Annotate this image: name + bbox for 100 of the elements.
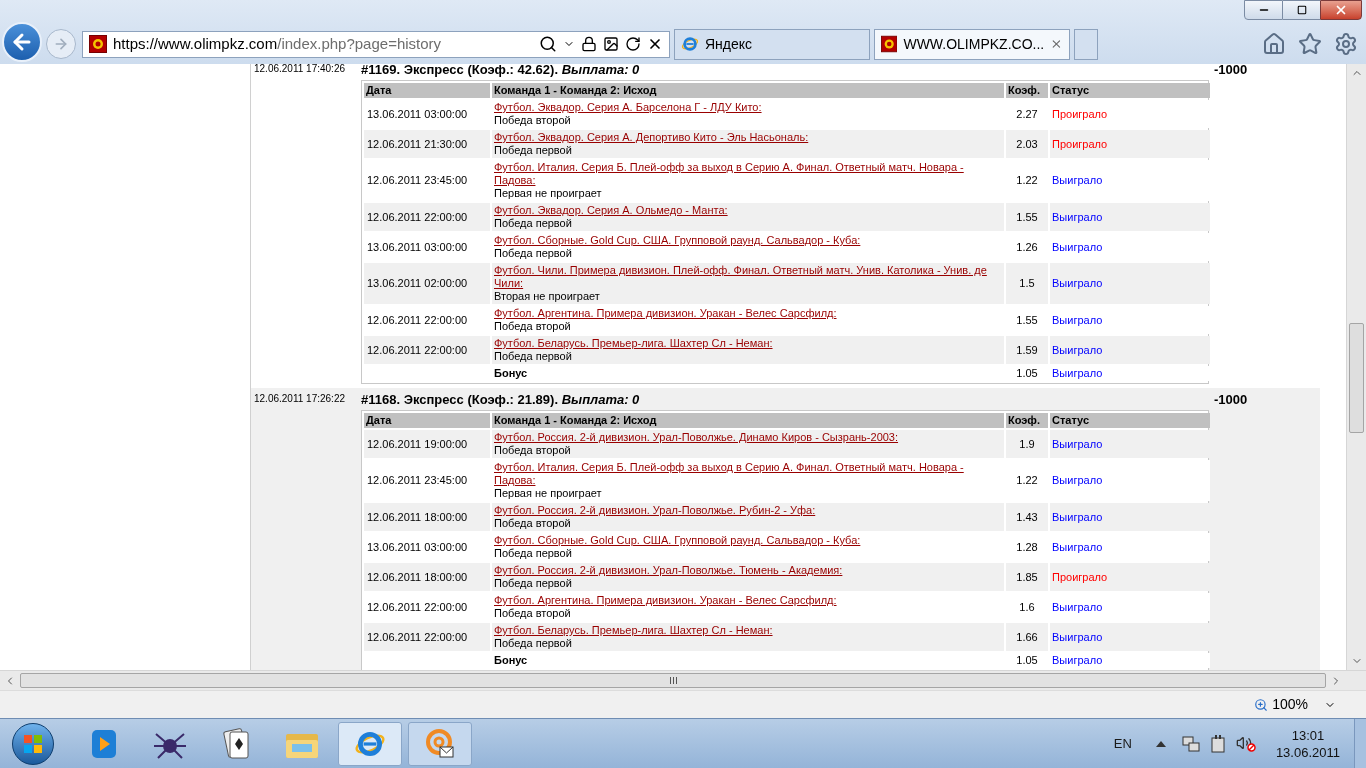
- status-cell: Выиграло: [1050, 263, 1210, 304]
- zoom-icon: [1254, 697, 1269, 712]
- column-header: Дата: [364, 83, 490, 98]
- status-cell: Выиграло: [1050, 336, 1210, 364]
- match-link[interactable]: Футбол. Эквадор. Серия А. Ольмедо - Манта:: [494, 204, 1002, 217]
- mail-at-icon: [424, 727, 456, 760]
- maximize-icon: [1296, 5, 1307, 15]
- match-link[interactable]: Футбол. Италия. Серия Б. Плей-офф за выход в Серию А. Финал. Ответный матч. Новара - Падова:: [494, 161, 1002, 187]
- column-header: Коэф.: [1006, 83, 1048, 98]
- maximize-button[interactable]: [1283, 0, 1320, 20]
- outcome-text: Победа первой: [494, 547, 573, 560]
- outcome-text: Победа первой: [494, 247, 573, 260]
- status-cell: Проиграло: [1050, 100, 1210, 128]
- column-header: Статус: [1050, 413, 1210, 428]
- start-button[interactable]: [12, 722, 54, 765]
- status-cell: Выиграло: [1050, 430, 1210, 458]
- column-header: Дата: [364, 413, 490, 428]
- vertical-scrollbar[interactable]: [1346, 64, 1366, 670]
- status-cell: Выиграло: [1050, 366, 1210, 381]
- mail-agent-taskbar-button[interactable]: [408, 721, 472, 766]
- date-cell: 12.06.2011 18:00:00: [364, 503, 490, 531]
- close-button[interactable]: [1320, 0, 1362, 20]
- coef-cell: 1.85: [1006, 563, 1048, 591]
- bet-title: #1169. Экспресс (Коэф.: 42.62). Выплата: 0: [361, 64, 641, 78]
- home-icon[interactable]: [1262, 32, 1286, 56]
- language-indicator[interactable]: EN: [1113, 733, 1132, 754]
- site-logo-icon: [881, 35, 898, 53]
- stop-icon[interactable]: [647, 36, 663, 52]
- arrow-right-icon: [53, 36, 69, 52]
- match-link[interactable]: Футбол. Сборные. Gold Cup. США. Групповой раунд. Сальвадор - Куба:: [494, 534, 1002, 547]
- browser-tab[interactable]: Яндекс: [674, 28, 870, 60]
- scrollbar-thumb[interactable]: [1349, 323, 1364, 433]
- site-logo-icon: [89, 35, 107, 53]
- outcome-text: Победа первой: [494, 217, 573, 230]
- match-link[interactable]: Футбол. Эквадор. Серия А. Барселона Г - ЛДУ Кито:: [494, 101, 1002, 114]
- bet-placed-time: 12.06.2011 17:40:26: [253, 64, 346, 76]
- outcome-text: Победа второй: [494, 517, 572, 530]
- date-cell: 12.06.2011 21:30:00: [364, 130, 490, 158]
- browser-taskbar-button[interactable]: [338, 721, 402, 766]
- close-tab-icon[interactable]: [1050, 37, 1063, 51]
- date-cell: 12.06.2011 22:00:00: [364, 336, 490, 364]
- back-button[interactable]: [2, 22, 42, 62]
- match-link[interactable]: Футбол. Аргентина. Примера дивизион. Уракан - Велес Сарсфилд:: [494, 594, 1002, 607]
- outcome-text: Победа первой: [494, 144, 573, 157]
- browser-e-icon: [681, 35, 699, 53]
- compatibility-icon[interactable]: [603, 36, 619, 52]
- clock[interactable]: 13:01 13.06.2011: [1275, 726, 1340, 761]
- coef-cell: 1.43: [1006, 503, 1048, 531]
- match-link[interactable]: Футбол. Беларусь. Премьер-лига. Шахтер Сл - Неман:: [494, 337, 1002, 350]
- outcome-text: Первая не проиграет: [494, 487, 603, 500]
- match-link[interactable]: Футбол. Россия. 2-й дивизион. Урал-Поволжье. Рубин-2 - Уфа:: [494, 504, 1002, 517]
- match-link[interactable]: Футбол. Чили. Примера дивизион. Плей-офф. Финал. Ответный матч. Унив. Католика - Унив. де Чили:: [494, 264, 1002, 290]
- battery-plug-icon[interactable]: [1209, 734, 1226, 753]
- match-link[interactable]: Футбол. Италия. Серия Б. Плей-офф за выход в Серию А. Финал. Ответный матч. Новара - Падова:: [494, 461, 1002, 487]
- coef-cell: 1.5: [1006, 263, 1048, 304]
- search-icon[interactable]: [539, 35, 557, 53]
- outcome-text: Победа второй: [494, 320, 572, 333]
- zoom-level[interactable]: 100%: [1272, 694, 1308, 715]
- status-cell: Выиграло: [1050, 533, 1210, 561]
- bet-placed-time: 12.06.2011 17:26:22: [253, 392, 346, 406]
- status-cell: Выиграло: [1050, 503, 1210, 531]
- outcome-text: Первая не проиграет: [494, 187, 603, 200]
- lock-icon[interactable]: [581, 36, 597, 52]
- date-cell: 13.06.2011 02:00:00: [364, 263, 490, 304]
- coef-cell: 1.55: [1006, 203, 1048, 231]
- column-header: Команда 1 - Команда 2: Исход: [492, 413, 1004, 428]
- outcome-text: Победа второй: [494, 607, 572, 620]
- outcome-text: Победа первой: [494, 637, 573, 650]
- outcome-text: Победа первой: [494, 350, 573, 363]
- settings-icon[interactable]: [1334, 32, 1358, 56]
- status-cell: Проиграло: [1050, 563, 1210, 591]
- column-header: Команда 1 - Команда 2: Исход: [492, 83, 1004, 98]
- column-header: Статус: [1050, 83, 1210, 98]
- volume-muted-icon[interactable]: [1235, 734, 1256, 753]
- status-cell: Выиграло: [1050, 460, 1210, 501]
- address-bar[interactable]: https://www.olimpkz.com/index.php?page=history: [82, 30, 670, 58]
- browser-tab[interactable]: WWW.OLIMPKZ.CO...: [874, 28, 1070, 60]
- date-cell: 12.06.2011 22:00:00: [364, 623, 490, 651]
- caret-up-icon[interactable]: [1155, 740, 1166, 747]
- coef-cell: 1.59: [1006, 336, 1048, 364]
- horizontal-scrollbar[interactable]: [0, 670, 1366, 690]
- status-cell: Выиграло: [1050, 160, 1210, 201]
- match-link[interactable]: Футбол. Аргентина. Примера дивизион. Уракан - Велес Сарсфилд:: [494, 307, 1002, 320]
- match-link[interactable]: Футбол. Россия. 2-й дивизион. Урал-Поволжье. Динамо Киров - Сызрань-2003:: [494, 431, 1002, 444]
- date-cell: 12.06.2011 18:00:00: [364, 563, 490, 591]
- outcome-text: Победа второй: [494, 114, 572, 127]
- favorites-star-icon[interactable]: [1298, 32, 1322, 56]
- match-link[interactable]: Футбол. Эквадор. Серия А. Депортиво Кито - Эль Насьональ:: [494, 131, 1002, 144]
- network-icon[interactable]: [1181, 734, 1200, 753]
- coef-cell: 1.66: [1006, 623, 1048, 651]
- match-link[interactable]: Футбол. Беларусь. Премьер-лига. Шахтер Сл - Неман:: [494, 624, 1002, 637]
- coef-cell: 2.03: [1006, 130, 1048, 158]
- bet-title: #1168. Экспресс (Коэф.: 21.89). Выплата: 0: [361, 392, 641, 408]
- match-link[interactable]: Футбол. Сборные. Gold Cup. США. Групповой раунд. Сальвадор - Куба:: [494, 234, 1002, 247]
- status-cell: Выиграло: [1050, 593, 1210, 621]
- minimize-button[interactable]: [1244, 0, 1283, 20]
- windows-logo-icon: [22, 732, 44, 755]
- match-link[interactable]: Футбол. Россия. 2-й дивизион. Урал-Поволжье. Тюмень - Академия:: [494, 564, 1002, 577]
- status-cell: Проиграло: [1050, 130, 1210, 158]
- refresh-icon[interactable]: [625, 36, 641, 52]
